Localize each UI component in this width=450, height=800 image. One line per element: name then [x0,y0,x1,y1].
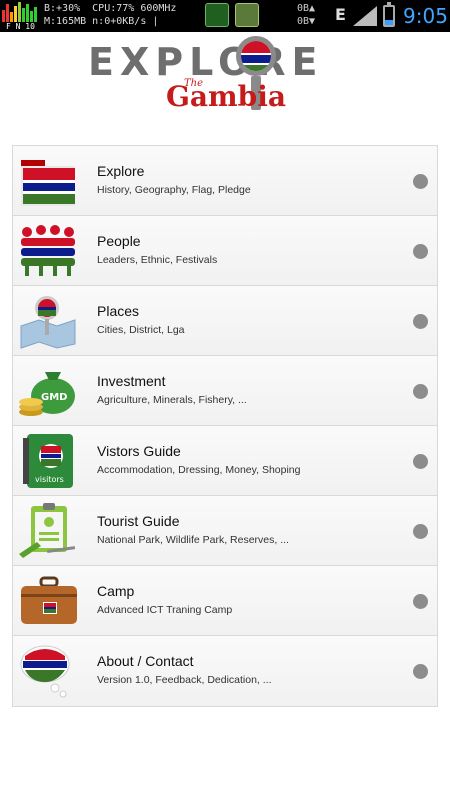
chevron-dot-icon [413,524,428,539]
system-stats-line1: B:+30% CPU:77% 600MHz [44,3,177,14]
net-down: 0B▼ [297,16,316,27]
money-bag-icon: GMD [19,372,75,416]
menu-item-people[interactable]: People Leaders, Ethnic, Festivals [13,216,437,286]
status-flags: F N 10 [6,22,35,31]
people-group-icon [21,225,75,276]
menu-item-investment[interactable]: GMD Investment Agriculture, Minerals, Fi… [13,356,437,426]
activity-bars-icon [2,2,38,22]
menu-item-subtitle: Version 1.0, Feedback, Dedication, ... [97,674,272,686]
suitcase-icon [21,576,77,624]
app-logo: EXPLORE Gambia The [88,34,363,114]
visitors-book-icon: visitors [23,434,73,488]
speech-bubble-icon [20,645,70,698]
notification-app-icon[interactable] [205,3,229,27]
menu-item-visitors-guide[interactable]: visitors Vistors Guide Accommodation, Dr… [13,426,437,496]
battery-icon [383,2,395,27]
menu-item-subtitle: History, Geography, Flag, Pledge [97,184,251,196]
logo-explore-text: EXPLORE [88,40,324,84]
main-menu: Explore History, Geography, Flag, Pledge… [12,145,438,707]
notification-image-icon[interactable] [235,3,259,27]
network-traffic: 0B▲ 0B▼ [297,2,315,28]
chevron-dot-icon [413,314,428,329]
net-up: 0B▲ [297,3,316,14]
menu-item-camp[interactable]: Camp Advanced ICT Traning Camp [13,566,437,636]
menu-item-about-contact[interactable]: About / Contact Version 1.0, Feedback, D… [13,636,437,706]
menu-item-tourist-guide[interactable]: Tourist Guide National Park, Wildlife Pa… [13,496,437,566]
menu-item-subtitle: Advanced ICT Traning Camp [97,604,233,616]
magnifier-flag-icon [236,36,276,76]
chevron-dot-icon [413,594,428,609]
menu-item-subtitle: Cities, District, Lga [97,324,185,336]
chevron-dot-icon [413,454,428,469]
chevron-dot-icon [413,384,428,399]
menu-item-subtitle: Accommodation, Dressing, Money, Shoping [97,464,301,476]
menu-item-title: Places [97,303,140,319]
visitors-book-label: visitors [35,475,64,484]
money-bag-label: GMD [41,392,67,403]
menu-item-explore[interactable]: Explore History, Geography, Flag, Pledge [13,146,437,216]
system-stats: B:+30% CPU:77% 600MHz M:165MB n:0+0KB/s | [44,2,176,28]
system-stats-line2: M:165MB n:0+0KB/s | [44,16,159,27]
menu-item-title: Investment [97,373,166,389]
menu-item-title: Camp [97,583,135,599]
chevron-dot-icon [413,174,428,189]
logo-the-text: The [184,78,204,89]
menu-item-subtitle: Agriculture, Minerals, Fishery, ... [97,394,247,406]
menu-item-title: Vistors Guide [97,443,181,459]
menu-item-title: Tourist Guide [97,513,180,529]
menu-item-title: Explore [97,163,145,179]
chevron-dot-icon [413,244,428,259]
signal-icon [353,6,377,26]
network-type: E [335,5,346,24]
menu-item-title: People [97,233,141,249]
clipboard-icon [19,503,76,558]
flag-folder-icon [21,160,75,206]
status-bar: F N 10 B:+30% CPU:77% 600MHz M:165MB n:0+… [0,0,450,32]
menu-item-subtitle: Leaders, Ethnic, Festivals [97,254,218,266]
menu-item-subtitle: National Park, Wildlife Park, Reserves, … [97,534,289,546]
menu-item-places[interactable]: Places Cities, District, Lga [13,286,437,356]
clock: 9:05 [403,4,448,28]
menu-item-title: About / Contact [97,653,194,669]
chevron-dot-icon [413,664,428,679]
map-pin-icon [20,296,76,349]
